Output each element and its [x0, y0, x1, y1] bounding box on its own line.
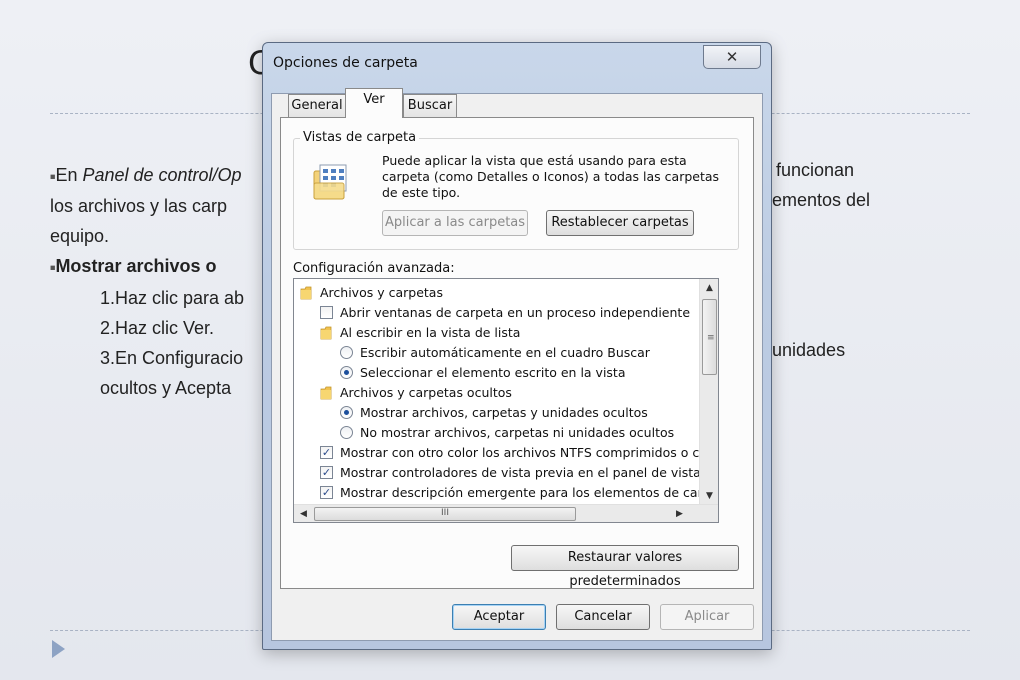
folder-views-group: Vistas de carpeta Puede aplicar la vista… [293, 130, 739, 250]
restore-defaults-button[interactable]: Restaurar valores predeterminados [511, 545, 739, 589]
settings-row-label: Escribir automáticamente en el cuadro Bu… [360, 345, 650, 360]
folder-icon [320, 326, 332, 340]
folder-icon [320, 386, 332, 400]
checkbox[interactable]: ✓ [320, 466, 333, 479]
apply-to-folders-button[interactable]: Aplicar a las carpetas [382, 210, 528, 236]
settings-row-label: Mostrar controladores de vista previa en… [340, 465, 700, 480]
folder-icon [300, 286, 312, 300]
checkbox[interactable]: ✓ [320, 446, 333, 459]
folder-views-description: Puede aplicar la vista que está usando p… [382, 153, 720, 200]
horizontal-scroll-thumb[interactable]: III [314, 507, 576, 521]
scroll-thumb[interactable]: ≡ [702, 299, 717, 375]
reset-folders-button[interactable]: Restablecer carpetas [546, 210, 694, 236]
close-button[interactable]: ✕ [703, 45, 761, 69]
dialog-title: Opciones de carpeta [273, 55, 418, 71]
scroll-grip-icon: ≡ [707, 333, 715, 343]
tree-list: Archivos y carpetas Abrir ventanas de car… [294, 279, 700, 505]
radio-button[interactable] [340, 406, 353, 419]
folder-views-legend: Vistas de carpeta [300, 130, 420, 145]
tab-buscar[interactable]: Buscar [403, 94, 457, 118]
settings-row-label: Seleccionar el elemento escrito en la vi… [360, 365, 626, 380]
radio-button[interactable] [340, 366, 353, 379]
paragraph-1-tail: funcionan [776, 160, 855, 180]
dialog-body: General Ver Buscar Vistas de carpeta Pue… [271, 88, 763, 641]
folder-options-dialog: Opciones de carpeta ✕ General Ver Buscar… [262, 42, 772, 650]
scroll-down-arrow-icon[interactable]: ▼ [700, 487, 718, 505]
tab-ver[interactable]: Ver [345, 88, 403, 118]
tab-general[interactable]: General [288, 94, 346, 118]
horizontal-scrollbar[interactable]: ◀ III ▶ [294, 504, 718, 522]
advanced-settings-label: Configuración avanzada: [293, 261, 455, 276]
scroll-left-arrow-icon[interactable]: ◀ [294, 505, 313, 522]
vertical-scrollbar[interactable]: ▲ ≡ ▼ [699, 279, 718, 505]
step-3-tail: unidades [772, 340, 846, 360]
checkbox[interactable] [320, 306, 333, 319]
settings-row-label: Abrir ventanas de carpeta en un proceso … [340, 305, 691, 320]
settings-row-label: Archivos y carpetas ocultos [340, 385, 512, 400]
play-arrow-icon [52, 640, 65, 658]
scroll-right-arrow-icon[interactable]: ▶ [670, 505, 689, 522]
checkbox[interactable]: ✓ [320, 486, 333, 499]
apply-button[interactable]: Aplicar [660, 604, 754, 630]
radio-button[interactable] [340, 426, 353, 439]
settings-row-label: No mostrar archivos, carpetas ni unidade… [360, 425, 675, 440]
radio-button[interactable] [340, 346, 353, 359]
settings-row-label: Mostrar archivos, carpetas y unidades oc… [360, 405, 648, 420]
folder-views-icon [313, 164, 347, 200]
tab-panel-ver: Vistas de carpeta Puede aplicar la vista… [280, 117, 754, 589]
scroll-up-arrow-icon[interactable]: ▲ [700, 279, 718, 297]
paragraph-1-line-2-tail: ementos del [772, 190, 871, 210]
settings-row-label: Mostrar descripción emergente para los e… [340, 485, 700, 500]
ok-button[interactable]: Aceptar [452, 604, 546, 630]
cancel-button[interactable]: Cancelar [556, 604, 650, 630]
settings-row-label: Mostrar con otro color los archivos NTFS… [340, 445, 700, 460]
settings-row-label: Al escribir en la vista de lista [340, 325, 521, 340]
settings-row-label: Archivos y carpetas [320, 285, 443, 300]
advanced-settings-tree[interactable]: Archivos y carpetas Abrir ventanas de car… [293, 278, 719, 523]
